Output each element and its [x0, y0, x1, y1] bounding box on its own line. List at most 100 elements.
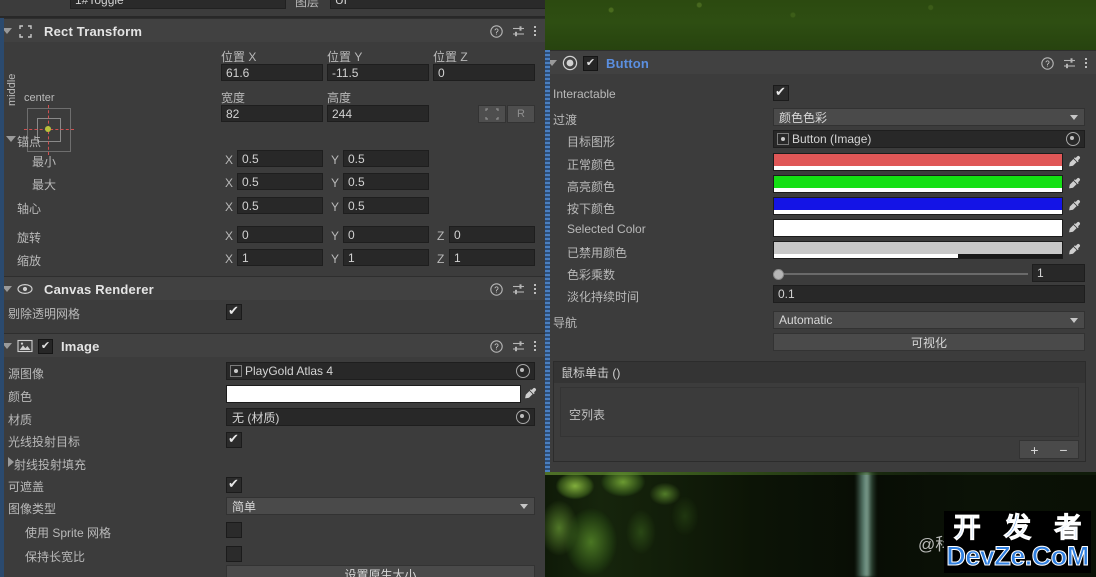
raw-edit-mode-button[interactable]: R: [507, 105, 535, 123]
help-icon[interactable]: ?: [490, 25, 503, 38]
layer-label: 图层: [295, 0, 319, 10]
transition-dropdown[interactable]: 颜色色彩: [773, 108, 1085, 126]
pivot-y-field[interactable]: 0.5: [343, 197, 429, 214]
button-header[interactable]: Button ?: [545, 50, 1096, 76]
highlighted-color-field[interactable]: [773, 175, 1063, 193]
object-picker-icon[interactable]: [516, 364, 530, 378]
anchor-min-y-field[interactable]: 0.5: [343, 150, 429, 167]
rect-transform-header[interactable]: Rect Transform ?: [0, 18, 545, 44]
normal-color-field[interactable]: [773, 153, 1063, 171]
remove-event-button[interactable]: −: [1049, 443, 1078, 457]
help-icon[interactable]: ?: [1041, 57, 1054, 70]
rect-transform-header-tools: ?: [490, 25, 545, 38]
more-options-icon[interactable]: [534, 284, 536, 294]
eyedropper-icon[interactable]: [1067, 242, 1081, 257]
scale-y-axis: Y: [331, 252, 339, 266]
width-field[interactable]: 82: [221, 105, 323, 122]
color-multiplier-slider[interactable]: [773, 267, 1028, 281]
pivot-y-axis: Y: [331, 200, 339, 214]
rotation-z-field[interactable]: 0: [449, 226, 535, 243]
preset-icon[interactable]: [1063, 57, 1076, 70]
pressed-color-field[interactable]: [773, 197, 1063, 215]
rotation-x-field[interactable]: 0: [237, 226, 323, 243]
pos-z-field[interactable]: 0: [433, 64, 535, 81]
anchor-max-y-axis: Y: [331, 176, 339, 190]
eye-icon: [14, 280, 36, 298]
image-color-field[interactable]: [226, 385, 521, 403]
use-sprite-mesh-checkbox[interactable]: [226, 522, 242, 538]
navigation-dropdown[interactable]: Automatic: [773, 311, 1085, 329]
image-header[interactable]: Image ?: [0, 333, 545, 359]
object-picker-icon[interactable]: [516, 410, 530, 424]
raycast-target-checkbox[interactable]: [226, 432, 242, 448]
maskable-checkbox[interactable]: [226, 477, 242, 493]
anchor-max-x-field[interactable]: 0.5: [237, 173, 323, 190]
material-field[interactable]: 无 (材质): [226, 408, 535, 426]
preset-icon[interactable]: [512, 340, 525, 353]
set-native-size-button[interactable]: 设置原生大小: [226, 565, 535, 577]
scale-y-field[interactable]: 1: [343, 249, 429, 266]
anchors-label: 锚点: [17, 133, 41, 150]
canvas-renderer-header-tools: ?: [490, 283, 545, 296]
help-icon[interactable]: ?: [490, 340, 503, 353]
fade-duration-field[interactable]: 0.1: [773, 285, 1085, 303]
disabled-color-field[interactable]: [773, 241, 1063, 259]
on-click-list[interactable]: 空列表: [560, 387, 1079, 437]
layer-field[interactable]: UI: [330, 0, 545, 9]
maskable-label: 可遮盖: [8, 478, 44, 495]
on-click-header: 鼠标单击 (): [554, 362, 1085, 383]
image-enabled-checkbox[interactable]: [38, 339, 53, 354]
visualize-button[interactable]: 可视化: [773, 333, 1085, 351]
scale-x-field[interactable]: 1: [237, 249, 323, 266]
name-field[interactable]: 1#Toggle: [70, 0, 286, 9]
add-event-button[interactable]: +: [1020, 443, 1049, 457]
color-label: 颜色: [8, 388, 32, 405]
more-options-icon[interactable]: [534, 341, 536, 351]
target-graphic-value: Button (Image): [792, 132, 871, 146]
preserve-aspect-checkbox[interactable]: [226, 546, 242, 562]
rotation-y-field[interactable]: 0: [343, 226, 429, 243]
help-icon[interactable]: ?: [490, 283, 503, 296]
disabled-color-alpha-bar: [774, 254, 1062, 258]
selected-color-label: Selected Color: [567, 222, 646, 236]
pos-x-field[interactable]: 61.6: [221, 64, 323, 81]
material-label: 材质: [8, 411, 32, 428]
anchor-min-x-axis: X: [225, 153, 233, 167]
highlighted-color-alpha-bar: [774, 188, 1062, 192]
pivot-label: 轴心: [17, 200, 41, 217]
color-multiplier-field[interactable]: 1: [1032, 264, 1085, 282]
blueprint-mode-button[interactable]: [478, 105, 506, 123]
object-picker-icon[interactable]: [1066, 132, 1080, 146]
preset-icon[interactable]: [512, 283, 525, 296]
button-title: Button: [606, 56, 649, 71]
more-options-icon[interactable]: [534, 26, 536, 36]
anchor-max-y-field[interactable]: 0.5: [343, 173, 429, 190]
scale-label: 缩放: [17, 252, 41, 269]
more-options-icon[interactable]: [1085, 58, 1087, 68]
scale-z-axis: Z: [437, 252, 444, 266]
eyedropper-icon[interactable]: [1067, 198, 1081, 213]
pivot-x-field[interactable]: 0.5: [237, 197, 323, 214]
slider-knob[interactable]: [773, 269, 784, 280]
height-field[interactable]: 244: [327, 105, 429, 122]
target-graphic-field[interactable]: Button (Image): [773, 130, 1085, 148]
selected-color-field[interactable]: [773, 219, 1063, 237]
eyedropper-icon[interactable]: [1067, 220, 1081, 235]
pos-y-field[interactable]: -11.5: [327, 64, 429, 81]
image-type-dropdown[interactable]: 简单: [226, 497, 535, 515]
transition-value: 颜色色彩: [779, 109, 827, 126]
canvas-renderer-header[interactable]: Canvas Renderer ?: [0, 276, 545, 302]
interactable-checkbox[interactable]: [773, 85, 789, 101]
cull-transparent-mesh-checkbox[interactable]: [226, 304, 242, 320]
anchor-min-x-field[interactable]: 0.5: [237, 150, 323, 167]
button-enabled-checkbox[interactable]: [583, 56, 598, 71]
preset-icon[interactable]: [512, 25, 525, 38]
eyedropper-icon[interactable]: [1067, 176, 1081, 191]
pivot-x-axis: X: [225, 200, 233, 214]
anchors-foldout-icon[interactable]: [4, 131, 18, 147]
normal-color-alpha-bar: [774, 166, 1062, 170]
scale-z-field[interactable]: 1: [449, 249, 535, 266]
eyedropper-icon[interactable]: [1067, 154, 1081, 169]
eyedropper-icon[interactable]: [523, 386, 537, 401]
source-image-field[interactable]: PlayGold Atlas 4: [226, 362, 535, 380]
